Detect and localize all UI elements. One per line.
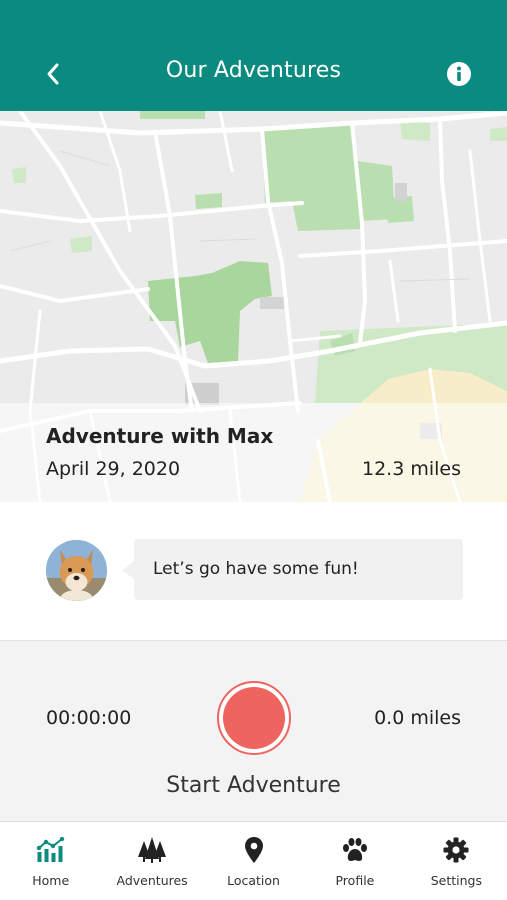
nav-label-adventures: Adventures: [116, 873, 188, 888]
elapsed-timer: 00:00:00: [46, 707, 132, 729]
gear-icon: [441, 836, 471, 864]
nav-label-profile: Profile: [335, 873, 375, 888]
message-text: Let’s go have some fun!: [153, 559, 359, 579]
adventure-distance: 12.3 miles: [362, 458, 461, 480]
chart-icon: [36, 836, 66, 864]
page-title: Our Adventures: [165, 58, 342, 83]
nav-label-settings: Settings: [430, 873, 482, 888]
nav-item-home[interactable]: Home: [0, 822, 101, 900]
start-adventure-button[interactable]: Start Adventure: [0, 773, 507, 798]
record-button[interactable]: [217, 681, 291, 755]
nav-item-profile[interactable]: Profile: [304, 822, 405, 900]
location-pin-icon: [239, 836, 269, 864]
bottom-nav: Home Adventures Location Profile Setting…: [0, 821, 507, 900]
message-bubble: Let’s go have some fun!: [122, 539, 463, 600]
paw-icon: [340, 836, 370, 864]
trees-icon: [137, 836, 167, 864]
dog-avatar-image: [46, 540, 107, 601]
nav-label-location: Location: [227, 873, 280, 888]
info-button[interactable]: [446, 61, 472, 87]
adventure-tracker: 00:00:00 0.0 miles Start Adventure: [0, 640, 507, 821]
adventure-date: April 29, 2020: [46, 458, 181, 480]
nav-label-home: Home: [32, 873, 70, 888]
nav-item-location[interactable]: Location: [203, 822, 304, 900]
adventure-summary-overlay: [0, 403, 507, 502]
dog-avatar[interactable]: [46, 540, 107, 601]
app-header: Our Adventures: [0, 0, 507, 111]
info-icon: [447, 62, 471, 86]
adventure-title: Adventure with Max: [46, 424, 274, 448]
nav-item-settings[interactable]: Settings: [406, 822, 507, 900]
nav-item-adventures[interactable]: Adventures: [101, 822, 202, 900]
record-icon: [223, 687, 285, 749]
tracked-distance: 0.0 miles: [374, 707, 461, 729]
